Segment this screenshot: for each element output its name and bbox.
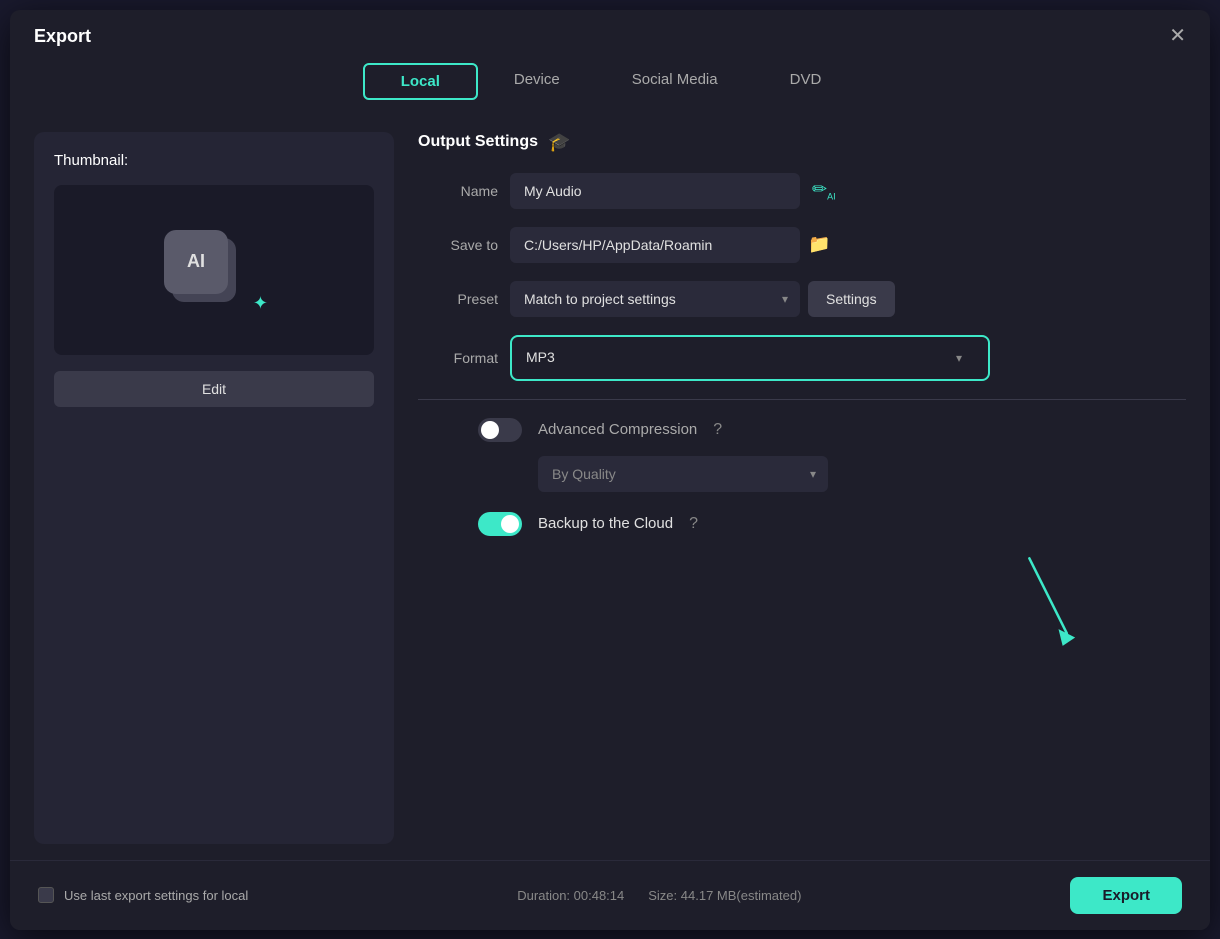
by-quality-select-container: By Quality By Bitrate By Size: [538, 456, 828, 492]
name-field-row: Name ✏AI: [418, 173, 1186, 209]
ai-card-front: AI: [164, 230, 228, 294]
tab-dvd[interactable]: DVD: [754, 63, 858, 100]
advanced-compression-label: Advanced Compression: [538, 421, 697, 438]
backup-cloud-toggle[interactable]: [478, 512, 522, 536]
backup-cloud-toggle-knob: [501, 515, 519, 533]
divider: [418, 399, 1186, 400]
bottom-info: Duration: 00:48:14 Size: 44.17 MB(estima…: [517, 888, 801, 903]
close-button[interactable]: ✕: [1169, 26, 1186, 46]
teal-arrow-icon: [1006, 550, 1086, 650]
preset-select[interactable]: Match to project settings Custom Default: [510, 281, 800, 317]
folder-icon[interactable]: 📁: [808, 234, 830, 255]
size-text: Size: 44.17 MB(estimated): [648, 888, 801, 903]
tab-bar: Local Device Social Media DVD: [10, 55, 1210, 116]
thumbnail-label: Thumbnail:: [54, 152, 374, 169]
output-settings-title: Output Settings: [418, 133, 538, 151]
arrow-area: [418, 550, 1186, 670]
ai-edit-icon[interactable]: ✏AI: [812, 179, 836, 202]
title-bar: Export ✕: [10, 10, 1210, 55]
preset-label: Preset: [418, 291, 498, 307]
advanced-compression-help-icon[interactable]: ?: [713, 421, 722, 439]
edit-button[interactable]: Edit: [54, 371, 374, 407]
thumbnail-box: AI AI ✦: [54, 185, 374, 355]
advanced-compression-row: Advanced Compression ?: [418, 418, 1186, 442]
toggle-knob: [481, 421, 499, 439]
backup-cloud-help-icon[interactable]: ?: [689, 515, 698, 533]
format-box: MP3 WAV AAC FLAC OGG: [510, 335, 990, 381]
duration-text: Duration: 00:48:14: [517, 888, 624, 903]
graduation-icon: 🎓: [548, 132, 570, 153]
name-input[interactable]: [510, 173, 800, 209]
use-last-settings-checkbox[interactable]: [38, 887, 54, 903]
save-to-label: Save to: [418, 237, 498, 253]
export-button[interactable]: Export: [1070, 877, 1182, 914]
tab-social-media[interactable]: Social Media: [596, 63, 754, 100]
ai-icon-group: AI AI ✦: [164, 230, 264, 310]
path-input-wrap: 📁: [510, 227, 830, 263]
save-to-input[interactable]: [510, 227, 800, 263]
tab-local[interactable]: Local: [363, 63, 478, 100]
backup-cloud-label: Backup to the Cloud: [538, 515, 673, 532]
dialog-title: Export: [34, 26, 91, 47]
preset-field-row: Preset Match to project settings Custom …: [418, 281, 1186, 317]
by-quality-select[interactable]: By Quality By Bitrate By Size: [538, 456, 828, 492]
right-panel: Output Settings 🎓 Name ✏AI Save to 📁 Pre…: [418, 132, 1186, 844]
advanced-compression-toggle[interactable]: [478, 418, 522, 442]
sparkle-icon: ✦: [253, 293, 268, 314]
tab-device[interactable]: Device: [478, 63, 596, 100]
format-field-row: Format MP3 WAV AAC FLAC OGG: [418, 335, 1186, 381]
format-label: Format: [418, 350, 498, 366]
export-dialog: Export ✕ Local Device Social Media DVD T…: [10, 10, 1210, 930]
output-settings-header: Output Settings 🎓: [418, 132, 1186, 153]
preset-select-wrap: Match to project settings Custom Default…: [510, 281, 895, 317]
bottom-bar: Use last export settings for local Durat…: [10, 860, 1210, 930]
name-label: Name: [418, 183, 498, 199]
use-last-settings: Use last export settings for local: [38, 887, 248, 903]
format-select-container: MP3 WAV AAC FLAC OGG: [526, 349, 974, 367]
format-select[interactable]: MP3 WAV AAC FLAC OGG: [526, 349, 974, 365]
save-to-field-row: Save to 📁: [418, 227, 1186, 263]
settings-button[interactable]: Settings: [808, 281, 895, 317]
backup-cloud-row: Backup to the Cloud ?: [418, 512, 1186, 536]
left-panel: Thumbnail: AI AI ✦ Edit: [34, 132, 394, 844]
by-quality-row: By Quality By Bitrate By Size: [418, 456, 1186, 492]
use-last-settings-label: Use last export settings for local: [64, 888, 248, 903]
content-area: Thumbnail: AI AI ✦ Edit Output Settings: [10, 116, 1210, 860]
preset-select-container: Match to project settings Custom Default: [510, 281, 800, 317]
